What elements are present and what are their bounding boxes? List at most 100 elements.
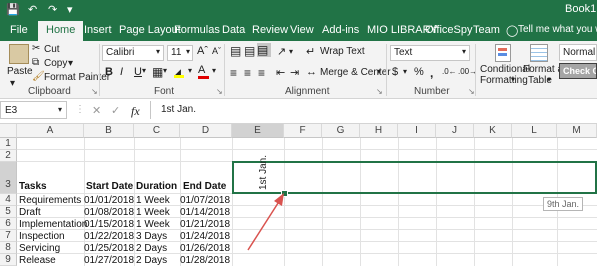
table-cell[interactable]: 01/25/2018 [84, 243, 134, 254]
align-left-icon[interactable]: ≡ [230, 66, 237, 80]
copy-button[interactable]: Copy [44, 58, 67, 69]
align-right-icon[interactable]: ≡ [258, 66, 265, 80]
font-color-dropdown-icon[interactable]: ▾ [212, 66, 216, 75]
table-cell[interactable]: 01/07/2018 [180, 195, 232, 206]
header-duration[interactable]: Duration [136, 181, 177, 192]
font-color-icon[interactable]: A [198, 64, 210, 79]
tab-review[interactable]: Review [252, 24, 288, 36]
table-cell[interactable]: Requirements [19, 195, 81, 206]
tab-insert[interactable]: Insert [84, 24, 112, 36]
conditional-dropdown-icon[interactable]: ▾ [511, 75, 515, 84]
table-cell[interactable]: 01/14/2018 [180, 207, 232, 218]
column-header-b[interactable]: B [84, 124, 134, 138]
tab-officespy[interactable]: OfficeSpy [425, 24, 473, 36]
table-cell[interactable]: 1 Week [136, 219, 170, 230]
tab-view[interactable]: View [290, 24, 314, 36]
bottom-align-icon[interactable]: ▤ [257, 43, 271, 57]
name-box[interactable]: E3 [0, 101, 67, 119]
table-cell[interactable]: Implementation [19, 219, 87, 230]
column-header-h[interactable]: H [360, 124, 398, 138]
cut-button[interactable]: Cut [44, 44, 60, 55]
tab-page-layout[interactable]: Page Layout [119, 24, 181, 36]
table-cell[interactable]: 01/08/2018 [84, 207, 134, 218]
font-name-dropdown-icon[interactable]: ▾ [156, 47, 160, 56]
table-cell[interactable]: 01/15/2018 [84, 219, 134, 230]
tab-data[interactable]: Data [222, 24, 245, 36]
borders-dropdown-icon[interactable]: ▾ [163, 66, 167, 75]
undo-icon[interactable]: ↶ [28, 3, 37, 16]
table-cell[interactable]: 01/27/2018 [84, 255, 134, 266]
middle-align-icon[interactable]: ▤ [244, 44, 255, 58]
bold-button[interactable]: B [105, 66, 113, 78]
clipboard-launcher-icon[interactable]: ↘ [91, 87, 98, 96]
tab-file[interactable]: File [10, 24, 28, 36]
row-header-5[interactable]: 5 [0, 206, 17, 218]
column-header-j[interactable]: J [436, 124, 474, 138]
font-size-dropdown-icon[interactable]: ▾ [186, 47, 190, 56]
format-table-dropdown-icon[interactable]: ▾ [547, 75, 551, 84]
table-cell[interactable]: 2 Days [136, 243, 167, 254]
font-name-select[interactable]: Calibri [102, 45, 164, 61]
decrease-font-icon[interactable]: Aˇ [212, 46, 221, 56]
number-launcher-icon[interactable]: ↘ [468, 87, 475, 96]
percent-button[interactable]: % [414, 66, 424, 78]
check-cell-style[interactable]: Check Cel [559, 63, 597, 79]
borders-icon[interactable]: ▦ [152, 65, 163, 79]
select-all-corner[interactable] [0, 124, 17, 138]
column-header-l[interactable]: L [512, 124, 557, 138]
column-header-g[interactable]: G [322, 124, 360, 138]
row-header-2[interactable]: 2 [0, 150, 17, 162]
italic-button[interactable]: I [120, 66, 123, 78]
header-end-date[interactable]: End Date [183, 181, 226, 192]
increase-decimal-icon[interactable]: .0← [442, 67, 457, 76]
copy-dropdown-icon[interactable]: ▾ [68, 58, 73, 69]
normal-style[interactable]: Normal [559, 44, 597, 61]
table-cell[interactable]: Release [19, 255, 56, 266]
enter-icon[interactable]: ✓ [111, 104, 120, 117]
format-painter-button[interactable]: Format Painter [44, 72, 110, 83]
column-header-a[interactable]: A [17, 124, 84, 138]
alignment-launcher-icon[interactable]: ↘ [376, 87, 383, 96]
table-cell[interactable]: 01/01/2018 [84, 195, 134, 206]
table-cell[interactable]: 3 Days [136, 231, 167, 242]
paste-dropdown-icon[interactable]: ▾ [10, 78, 15, 89]
accounting-dropdown-icon[interactable]: ▾ [403, 67, 407, 76]
column-header-f[interactable]: F [284, 124, 322, 138]
number-format-select[interactable]: Text [390, 45, 470, 61]
increase-indent-icon[interactable]: ⇥ [290, 66, 299, 79]
row-header-9[interactable]: 9 [0, 254, 17, 266]
table-cell[interactable]: 01/24/2018 [180, 231, 232, 242]
top-align-icon[interactable]: ▤ [230, 44, 241, 58]
tab-add-ins[interactable]: Add-ins [322, 24, 359, 36]
tab-team[interactable]: Team [473, 24, 500, 36]
column-header-e[interactable]: E [232, 124, 284, 138]
column-header-m[interactable]: M [557, 124, 597, 138]
table-cell[interactable]: 01/28/2018 [180, 255, 232, 266]
underline-dropdown-icon[interactable]: ▾ [142, 66, 146, 75]
orientation-icon[interactable]: ↗ [277, 45, 286, 58]
column-header-i[interactable]: I [398, 124, 436, 138]
name-box-dropdown-icon[interactable]: ▾ [58, 105, 62, 114]
table-cell[interactable]: Servicing [19, 243, 60, 254]
column-header-k[interactable]: K [474, 124, 512, 138]
column-header-d[interactable]: D [180, 124, 232, 138]
wrap-text-button[interactable]: Wrap Text [320, 46, 365, 57]
column-header-c[interactable]: C [134, 124, 180, 138]
fill-color-dropdown-icon[interactable]: ▾ [188, 66, 192, 75]
increase-font-icon[interactable]: Aˆ [197, 45, 208, 57]
underline-button[interactable]: U [134, 66, 142, 78]
number-format-dropdown-icon[interactable]: ▾ [462, 47, 466, 56]
table-cell[interactable]: 1 Week [136, 195, 170, 206]
table-cell[interactable]: Draft [19, 207, 41, 218]
row-header-8[interactable]: 8 [0, 242, 17, 254]
redo-icon[interactable]: ↷ [48, 3, 57, 16]
table-cell[interactable]: 01/21/2018 [180, 219, 232, 230]
tab-formulas[interactable]: Formulas [174, 24, 220, 36]
header-tasks[interactable]: Tasks [19, 181, 47, 192]
row-header-1[interactable]: 1 [0, 138, 17, 150]
header-start-date[interactable]: Start Date [86, 181, 133, 192]
merge-dropdown-icon[interactable]: ▾ [377, 67, 381, 76]
row-header-7[interactable]: 7 [0, 230, 17, 242]
tab-home[interactable]: Home [38, 21, 84, 41]
align-center-icon[interactable]: ≡ [244, 66, 251, 80]
